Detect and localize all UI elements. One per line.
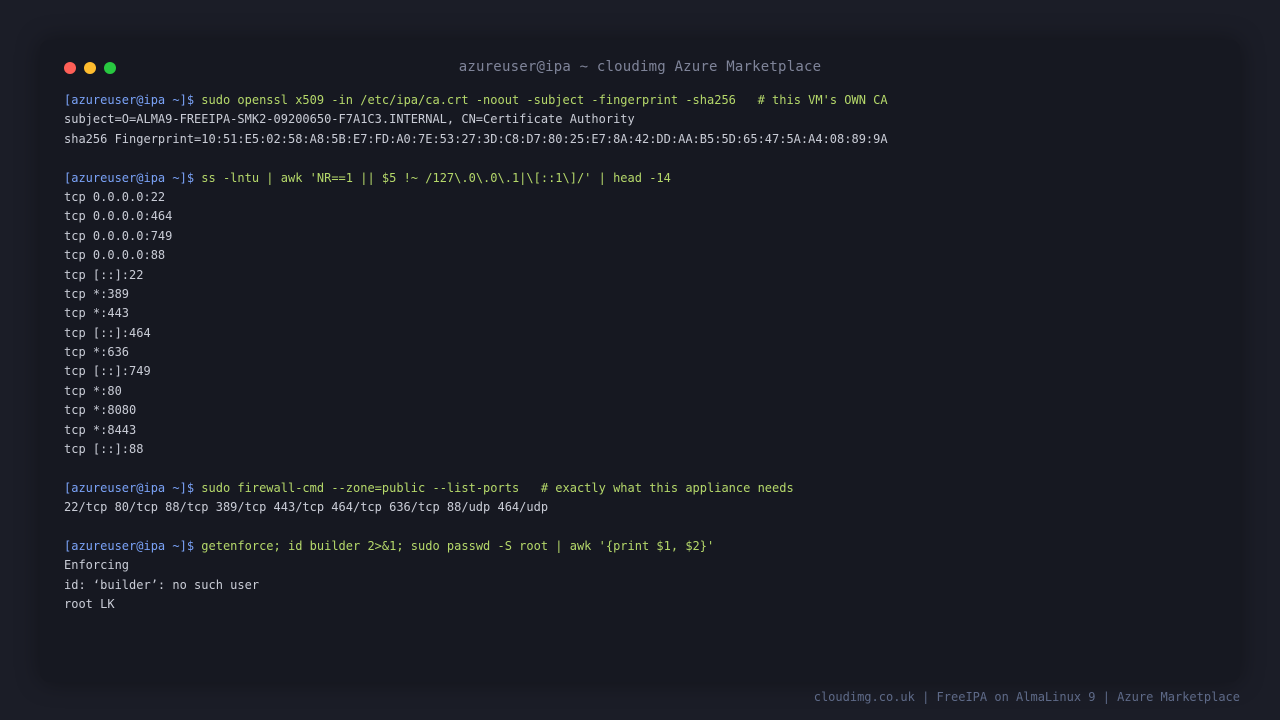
output-line: tcp [::]:22: [64, 267, 144, 282]
shell-prompt: [azureuser@ipa ~]$: [64, 480, 202, 495]
command-text: sudo firewall-cmd --zone=public --list-p…: [201, 480, 794, 495]
output-line: tcp 0.0.0.0:88: [64, 248, 166, 263]
terminal-output[interactable]: [azureuser@ipa ~]$ sudo openssl x509 -in…: [64, 91, 1220, 615]
shell-prompt: [azureuser@ipa ~]$: [64, 538, 202, 553]
shell-prompt: [azureuser@ipa ~]$: [64, 170, 202, 185]
output-line: tcp 0.0.0.0:464: [64, 209, 173, 224]
output-line: tcp [::]:88: [64, 442, 144, 457]
command-line: [azureuser@ipa ~]$ getenforce; id builde…: [64, 537, 1220, 556]
window-titlebar[interactable]: azureuser@ipa ~ cloudimg Azure Marketpla…: [40, 40, 1240, 96]
output-line: tcp *:636: [64, 345, 130, 360]
window-title: azureuser@ipa ~ cloudimg Azure Marketpla…: [458, 59, 822, 75]
output-line: tcp *:8443: [64, 422, 137, 437]
shell-prompt: [azureuser@ipa ~]$: [64, 93, 202, 107]
command-line: [azureuser@ipa ~]$ ss -lntu | awk 'NR==1…: [64, 169, 1220, 188]
command-text: ss -lntu | awk 'NR==1 || $5 !~ /127\.0\.…: [201, 170, 671, 185]
output-line: tcp *:80: [64, 383, 122, 398]
output-line: tcp [::]:749: [64, 364, 151, 379]
terminal-window[interactable]: azureuser@ipa ~ cloudimg Azure Marketpla…: [40, 40, 1240, 682]
command-text: getenforce; id builder 2>&1; sudo passwd…: [201, 538, 715, 553]
output-line: Enforcing: [64, 558, 130, 573]
output-line: sha256 Fingerprint=10:51:E5:02:58:A8:5B:…: [64, 131, 888, 146]
output-line: tcp *:443: [64, 306, 130, 321]
output-line: tcp 0.0.0.0:22: [64, 189, 166, 204]
command-line: [azureuser@ipa ~]$ sudo openssl x509 -in…: [64, 91, 1220, 110]
output-line: root LK: [64, 597, 115, 612]
output-line: tcp *:8080: [64, 403, 137, 418]
output-line: tcp [::]:464: [64, 325, 151, 340]
command-text: sudo openssl x509 -in /etc/ipa/ca.crt -n…: [201, 93, 888, 107]
output-line: tcp *:389: [64, 286, 130, 301]
output-line: subject=O=ALMA9-FREEIPA-SMK2-09200650-F7…: [64, 112, 635, 127]
output-line: tcp 0.0.0.0:749: [64, 228, 173, 243]
output-line: 22/tcp 80/tcp 88/tcp 389/tcp 443/tcp 464…: [64, 500, 549, 515]
output-line: id: ‘builder’: no such user: [64, 577, 260, 592]
command-line: [azureuser@ipa ~]$ sudo firewall-cmd --z…: [64, 479, 1220, 498]
footer-caption: cloudimg.co.uk | FreeIPA on AlmaLinux 9 …: [813, 690, 1240, 704]
